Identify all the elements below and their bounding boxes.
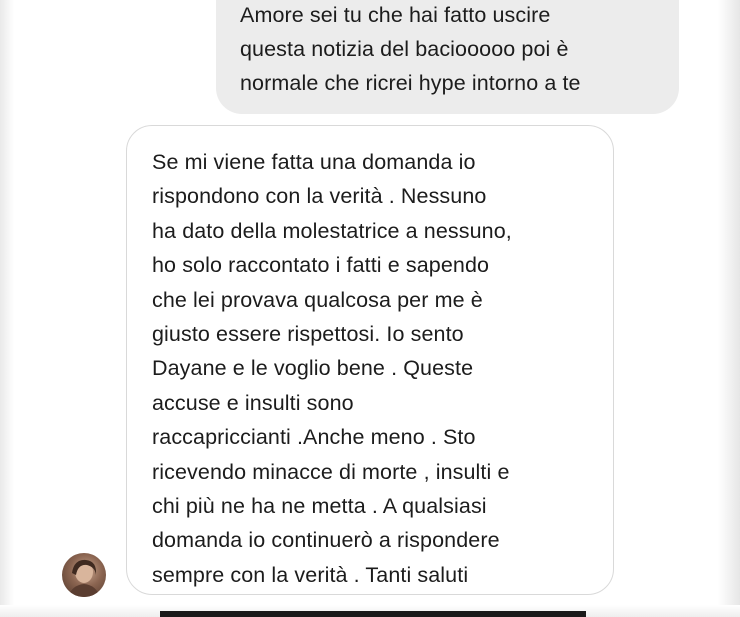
- sent-message-line: normale che ricrei hype intorno a te: [240, 71, 581, 95]
- received-message-line: raccapriccianti .Anche meno . Sto: [152, 425, 476, 450]
- contact-avatar[interactable]: [62, 553, 106, 597]
- received-message-line: che lei provava qualcosa per me è: [152, 287, 483, 312]
- received-message-line: Dayane e le voglio bene . Queste: [152, 356, 474, 381]
- sent-message-line: questa notizia del baciooooo poi è: [240, 37, 569, 61]
- screen-edge-right: [718, 0, 740, 617]
- received-message-line: Se mi viene fatta una domanda io: [152, 150, 476, 174]
- received-message-line: chi più ne ha ne metta . A qualsiasi: [152, 494, 487, 519]
- received-message-bubble[interactable]: Se mi viene fatta una domanda io rispond…: [126, 125, 614, 595]
- sent-message-bubble[interactable]: Amore sei tu che hai fatto uscire questa…: [216, 0, 679, 114]
- screen-edge-left: [0, 0, 14, 617]
- received-message-line: ho solo raccontato i fatti e sapendo: [152, 253, 490, 278]
- received-message-line: giusto essere rispettosi. Io sento: [152, 322, 464, 347]
- chat-conversation: Amore sei tu che hai fatto uscire questa…: [0, 0, 740, 617]
- received-message-line: sempre con la verità . Tanti saluti: [152, 562, 469, 587]
- sent-message-line: Amore sei tu che hai fatto uscire: [240, 3, 551, 27]
- profile-photo-icon: [68, 559, 100, 597]
- received-message-line: ha dato della molestatrice a nessuno,: [152, 218, 512, 243]
- home-indicator-bar: [160, 611, 586, 617]
- received-message-line: domanda io continuerò a rispondere: [152, 528, 500, 553]
- received-message-line: ricevendo minacce di morte , insulti e: [152, 459, 510, 484]
- received-message-line: accuse e insulti sono: [152, 390, 354, 415]
- received-message-line: rispondono con la verità . Nessuno: [152, 184, 487, 209]
